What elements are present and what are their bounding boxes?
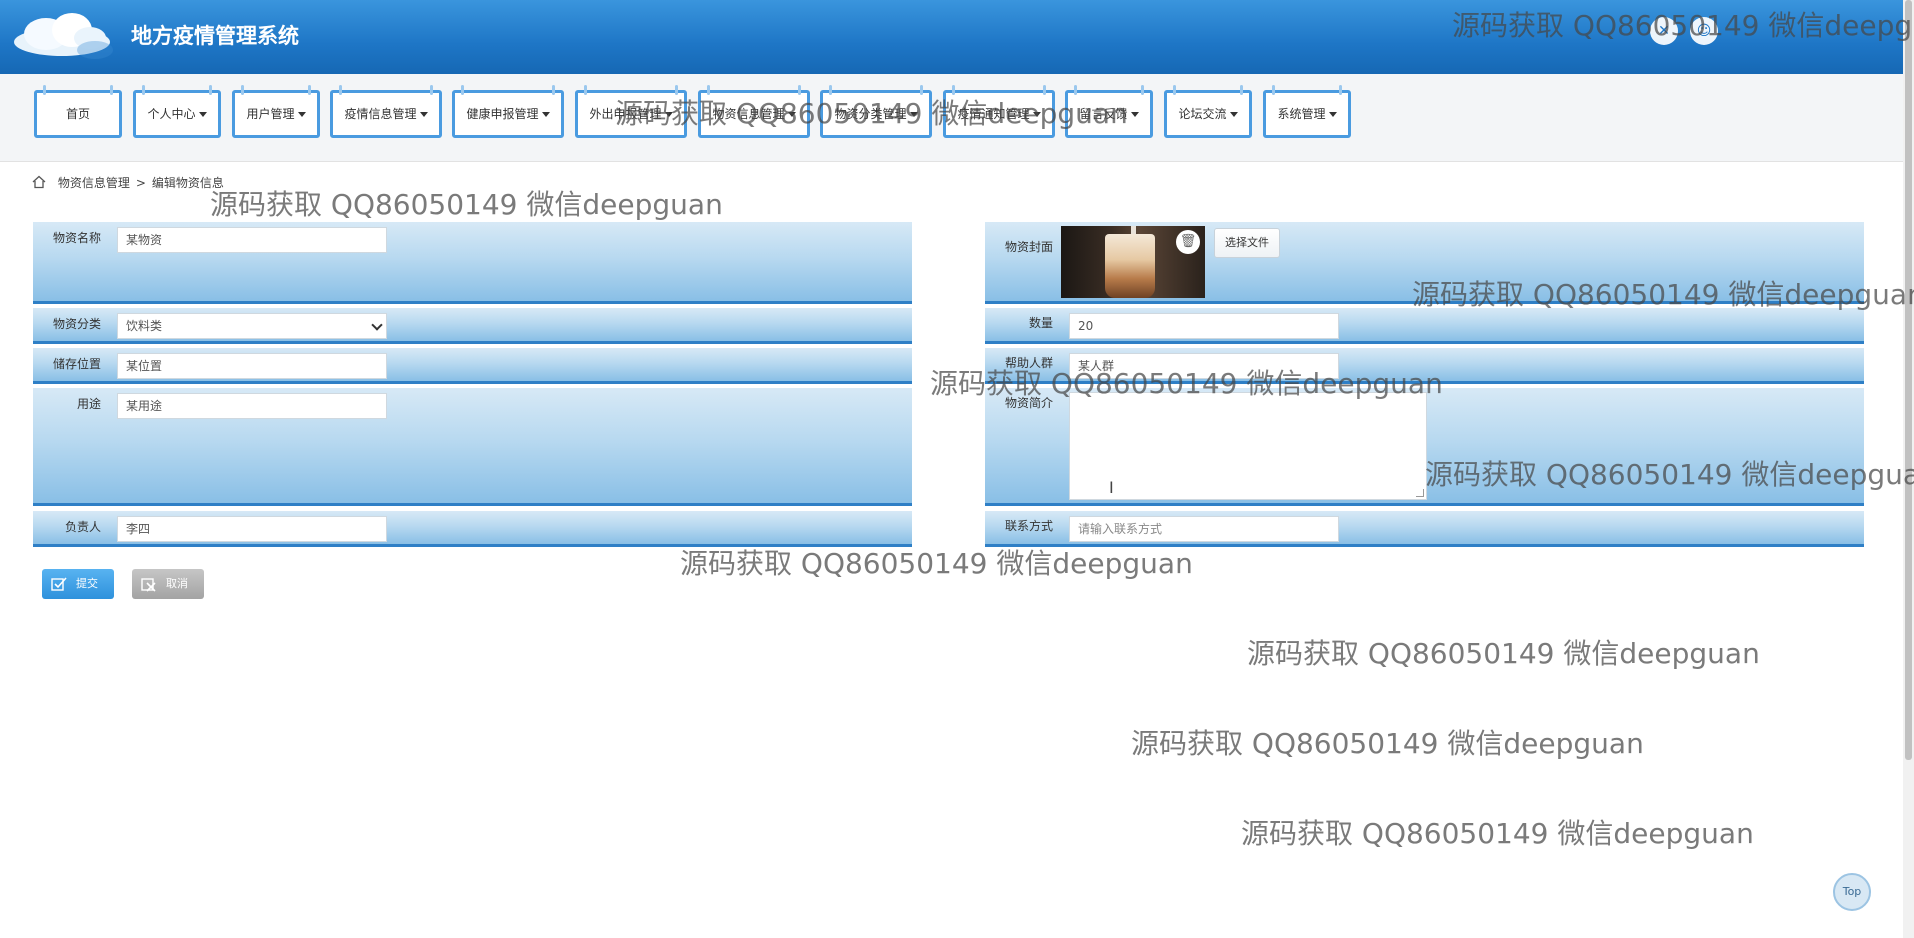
quantity-label: 数量	[1028, 316, 1053, 330]
breadcrumb: 物资信息管理 > 编辑物资信息	[32, 174, 224, 191]
user-icon[interactable]: ☺	[1690, 17, 1718, 45]
nav-epidemic-info[interactable]: 疫情信息管理	[330, 85, 442, 138]
submit-button[interactable]: 提交	[42, 569, 114, 599]
chevron-down-icon	[1130, 112, 1139, 117]
nav-user-management[interactable]: 用户管理	[232, 85, 320, 138]
nav-health-report[interactable]: 健康申报管理	[452, 85, 564, 138]
nav-personal-center-label: 个人中心	[147, 107, 196, 121]
contact-placeholder: 请输入联系方式	[1078, 522, 1163, 536]
category-select[interactable]: 饮料类	[117, 313, 387, 339]
nav-home-label: 首页	[65, 107, 90, 121]
chevron-down-icon	[664, 112, 673, 117]
cancel-button[interactable]: 取消	[132, 569, 204, 599]
watermark-text: 源码获取 QQ86050149 微信deepguan	[680, 547, 1193, 580]
row-name: 物资名称 某物资	[33, 222, 912, 304]
text-cursor-icon: I	[1109, 478, 1114, 497]
back-to-top-button[interactable]: Top	[1833, 873, 1871, 911]
chevron-down-icon	[909, 112, 918, 117]
row-contact: 联系方式 请输入联系方式	[985, 511, 1864, 547]
owner-label: 负责人	[64, 520, 101, 534]
nav-system-management-label: 系统管理	[1277, 107, 1326, 121]
cover-label: 物资封面	[1004, 240, 1053, 254]
watermark-text: 源码获取 QQ86050149 微信deepguan	[1247, 637, 1760, 670]
nav-epidemic-info-label: 疫情信息管理	[344, 107, 417, 121]
cancel-button-label: 取消	[166, 577, 188, 590]
row-owner: 负责人 李四	[33, 511, 912, 547]
watermark-text: 源码获取 QQ86050149 微信deepguan	[210, 188, 723, 221]
chevron-down-icon	[1229, 112, 1238, 117]
intro-textarea[interactable]	[1069, 392, 1427, 500]
page-scrollbar-thumb[interactable]	[1905, 0, 1912, 760]
cloud-logo	[14, 13, 113, 59]
nav-personal-center[interactable]: 个人中心	[133, 85, 221, 138]
chevron-down-icon	[419, 112, 428, 117]
usage-input[interactable]: 某用途	[117, 393, 387, 419]
row-category: 物资分类 饮料类	[33, 308, 912, 344]
contact-input[interactable]: 请输入联系方式	[1069, 516, 1339, 542]
resize-grip-icon[interactable]	[1416, 489, 1424, 497]
nav-forum[interactable]: 论坛交流	[1164, 85, 1252, 138]
nav-supplies-category[interactable]: 物资分类管理	[820, 85, 932, 138]
people-label: 帮助人群	[1004, 356, 1053, 370]
nav-supplies-info-label: 物资信息管理	[712, 107, 785, 121]
intro-label: 物资简介	[1004, 396, 1053, 410]
people-input[interactable]: 某人群	[1069, 353, 1339, 379]
home-icon[interactable]	[32, 175, 46, 189]
watermark-text: 源码获取 QQ86050149 微信deepguan	[1241, 817, 1754, 850]
category-select-value: 饮料类	[126, 319, 163, 333]
nav-outing-report[interactable]: 外出申报管理	[575, 85, 687, 138]
name-label: 物资名称	[52, 231, 101, 245]
nav-health-report-label: 健康申报管理	[466, 107, 539, 121]
nav-home[interactable]: 首页	[34, 85, 122, 138]
gear-icon[interactable]: ✕	[1650, 17, 1678, 45]
main-navbar: 首页 个人中心 用户管理 疫情信息管理 健康申报管理 外出申报管理 物资信息管理…	[0, 74, 1914, 162]
nav-system-management[interactable]: 系统管理	[1263, 85, 1351, 138]
quantity-input[interactable]: 20	[1069, 313, 1339, 339]
row-quantity: 数量 20	[985, 308, 1864, 344]
chevron-down-icon	[787, 112, 796, 117]
breadcrumb-separator: >	[135, 176, 146, 190]
name-input[interactable]: 某物资	[117, 227, 387, 253]
chevron-down-icon	[198, 112, 207, 117]
row-people: 帮助人群 某人群	[985, 348, 1864, 384]
chevron-down-icon	[371, 319, 383, 331]
trash-icon[interactable]: 🗑	[1176, 230, 1200, 254]
app-title: 地方疫情管理系统	[131, 24, 299, 48]
chevron-down-icon	[541, 112, 550, 117]
contact-label: 联系方式	[1004, 519, 1053, 533]
nav-user-management-label: 用户管理	[246, 107, 295, 121]
chevron-down-icon	[297, 112, 306, 117]
usage-label: 用途	[76, 397, 101, 411]
nav-forum-label: 论坛交流	[1178, 107, 1227, 121]
location-input[interactable]: 某位置	[117, 353, 387, 379]
edit-check-icon	[51, 577, 67, 591]
cover-image-cup	[1105, 234, 1155, 298]
nav-epidemic-notice[interactable]: 疫情通知管理	[943, 85, 1055, 138]
chevron-down-icon	[1328, 112, 1337, 117]
chevron-down-icon	[1032, 112, 1041, 117]
owner-input[interactable]: 李四	[117, 516, 387, 542]
row-usage: 用途 某用途	[33, 388, 912, 506]
watermark-text: 源码获取 QQ86050149 微信deepguan	[1131, 727, 1644, 760]
nav-supplies-category-label: 物资分类管理	[834, 107, 907, 121]
app-header: 地方疫情管理系统 ✕ ☺	[0, 0, 1914, 74]
row-intro: 物资简介 I	[985, 388, 1864, 506]
nav-supplies-info[interactable]: 物资信息管理	[698, 85, 810, 138]
location-label: 储存位置	[52, 357, 101, 371]
nav-epidemic-notice-label: 疫情通知管理	[957, 107, 1030, 121]
nav-outing-report-label: 外出申报管理	[589, 107, 662, 121]
nav-feedback-label: 留言反馈	[1079, 107, 1128, 121]
nav-feedback[interactable]: 留言反馈	[1065, 85, 1153, 138]
cancel-x-icon	[141, 578, 156, 592]
breadcrumb-current: 编辑物资信息	[151, 176, 224, 190]
row-location: 储存位置 某位置	[33, 348, 912, 384]
submit-button-label: 提交	[76, 577, 98, 590]
category-label: 物资分类	[52, 317, 101, 331]
breadcrumb-parent[interactable]: 物资信息管理	[58, 176, 130, 190]
choose-file-button[interactable]: 选择文件	[1214, 228, 1280, 258]
